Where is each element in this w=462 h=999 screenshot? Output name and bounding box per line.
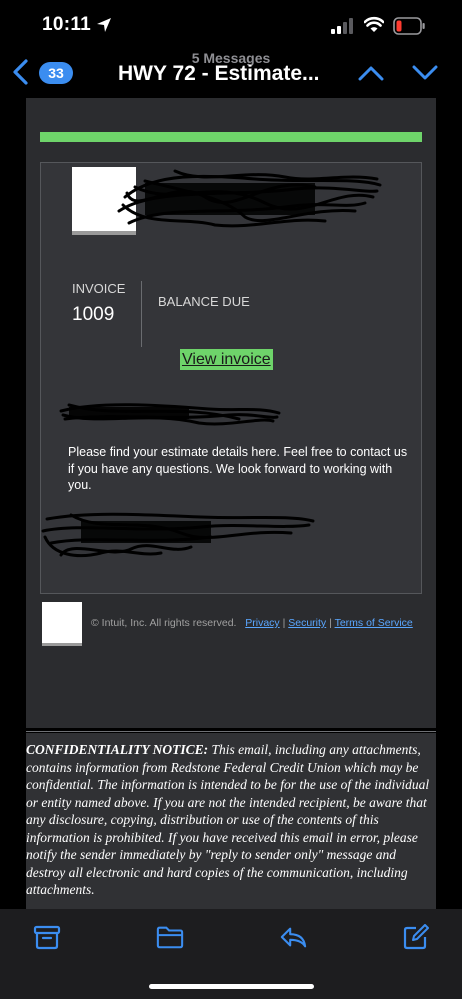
- privacy-link[interactable]: Privacy: [245, 617, 279, 629]
- link-separator: |: [329, 617, 332, 629]
- home-indicator[interactable]: [149, 984, 314, 989]
- email-body: INVOICE 1009 BALANCE DUE View invoice Pl…: [26, 98, 436, 728]
- confidentiality-heading: CONFIDENTIALITY NOTICE:: [26, 742, 209, 757]
- view-invoice-button[interactable]: View invoice: [180, 349, 273, 370]
- archive-icon[interactable]: [33, 924, 61, 950]
- status-bar: 10:11: [0, 0, 462, 50]
- reply-icon[interactable]: [279, 924, 307, 950]
- back-chevron-icon[interactable]: [12, 59, 30, 85]
- redacted-greeting: [59, 403, 281, 426]
- brand-accent-bar: [40, 132, 422, 142]
- status-time: 10:11: [42, 14, 92, 35]
- invoice-label: INVOICE: [72, 281, 126, 296]
- confidentiality-body: This email, including any attachments, c…: [26, 742, 430, 897]
- invoice-number: 1009: [72, 304, 115, 325]
- notice-divider: [26, 731, 436, 732]
- footer-links: © Intuit, Inc. All rights reserved. Priv…: [91, 617, 413, 629]
- link-separator: |: [282, 617, 286, 629]
- column-divider: [141, 281, 142, 347]
- security-link[interactable]: Security: [288, 617, 326, 629]
- confidentiality-notice: CONFIDENTIALITY NOTICE: This email, incl…: [26, 733, 436, 909]
- invoice-card: INVOICE 1009 BALANCE DUE View invoice Pl…: [40, 162, 422, 594]
- message-nav-bar: 33 5 Messages HWY 72 - Estimate...: [0, 48, 462, 98]
- previous-message-chevron-up-icon[interactable]: [358, 65, 384, 81]
- thread-title: HWY 72 - Estimate...: [118, 62, 320, 85]
- intuit-logo: [42, 602, 82, 646]
- redacted-signature: [41, 512, 315, 558]
- email-message: Please find your estimate details here. …: [68, 445, 408, 492]
- unread-count-badge[interactable]: 33: [39, 62, 73, 84]
- compose-icon[interactable]: [402, 924, 430, 950]
- email-footer: © Intuit, Inc. All rights reserved. Priv…: [42, 602, 432, 648]
- next-message-chevron-down-icon[interactable]: [412, 65, 438, 81]
- balance-due-label: BALANCE DUE: [158, 294, 250, 309]
- location-arrow-icon: [97, 18, 111, 32]
- battery-low-icon: [393, 17, 425, 35]
- cellular-signal-icon: [331, 18, 353, 34]
- redacted-company-name: [117, 169, 382, 228]
- copyright-text: © Intuit, Inc. All rights reserved.: [91, 617, 237, 629]
- wifi-icon: [364, 16, 384, 32]
- folder-icon[interactable]: [156, 924, 184, 950]
- terms-of-service-link[interactable]: Terms of Service: [335, 617, 413, 629]
